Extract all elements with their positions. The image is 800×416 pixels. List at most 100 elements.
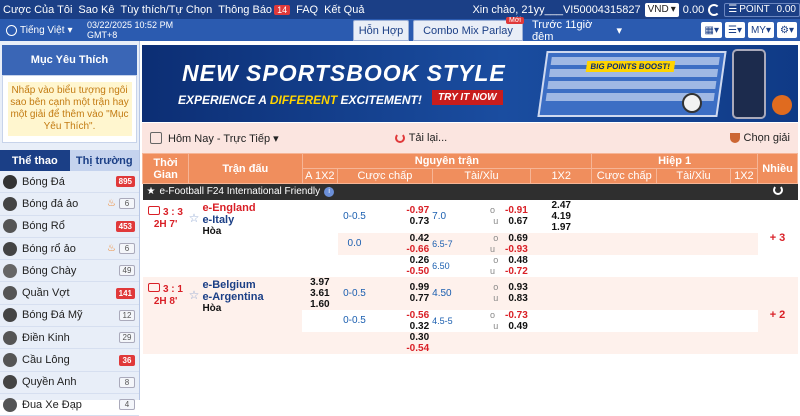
globe-icon xyxy=(6,24,17,36)
sidebar-item-quyen-anh[interactable]: Quyền Anh 8 xyxy=(0,372,139,394)
more-markets[interactable]: + 3 xyxy=(757,199,798,277)
odds-value[interactable]: 0.42 xyxy=(371,233,429,244)
odds-value[interactable]: 0.49 xyxy=(508,321,527,332)
banner-boost-label: BIG POINTS BOOST! xyxy=(585,61,675,72)
info-icon[interactable]: i xyxy=(324,186,335,197)
odds-type-select[interactable]: MY ▾ xyxy=(747,22,774,38)
odds-value[interactable]: 3.61 xyxy=(302,288,338,299)
refresh-icon[interactable] xyxy=(708,3,721,16)
away-team: e-Italy xyxy=(202,213,235,226)
sport-count: 8 xyxy=(119,376,135,388)
tab-hon-hop[interactable]: Hỗn Hợp xyxy=(353,20,409,41)
odds-value[interactable]: -0.54 xyxy=(371,343,429,354)
currency-value: VND xyxy=(647,4,669,15)
sidebar-item-bong-da[interactable]: Bóng Đá 895 xyxy=(0,171,139,194)
more-markets[interactable]: + 2 xyxy=(757,276,798,354)
a1x2-cell xyxy=(302,199,338,277)
odds-value[interactable]: 4.19 xyxy=(531,211,592,222)
banner-sub-highlight: DIFFERENT xyxy=(269,93,338,107)
home-team: e-England xyxy=(202,201,256,214)
odds-value[interactable]: -0.56 xyxy=(371,310,429,321)
sidebar-item-dua-xe-dap[interactable]: Đua Xe Đạp 4 xyxy=(0,394,139,416)
odds-value[interactable]: -0.50 xyxy=(371,266,429,277)
sidebar-item-bong-chay[interactable]: Bóng Chày 49 xyxy=(0,260,139,283)
nav-notices[interactable]: Thông Báo 14 xyxy=(215,4,293,16)
banner-sub-pre: EXPERIENCE A xyxy=(178,93,270,107)
odds-value[interactable]: 1.97 xyxy=(531,222,592,233)
handicap-line: 0.0 xyxy=(337,232,372,255)
chevron-down-icon: ▾ xyxy=(613,25,622,37)
table-header-row: Thời Gian Trận đấu Nguyên trận Hiệp 1 Nh… xyxy=(141,153,798,184)
select-league-button[interactable]: Chọn giải xyxy=(729,132,790,144)
sidebar-item-bong-da-ao[interactable]: Bóng đá ảo ♨ 6 xyxy=(0,193,139,216)
odds-value[interactable]: 0.83 xyxy=(508,293,527,304)
draw-label: Hòa xyxy=(202,225,222,237)
live-tv-icon[interactable] xyxy=(148,205,161,215)
sidebar-item-dien-kinh[interactable]: Điền Kinh 29 xyxy=(0,327,139,350)
match-score: 3 : 1 xyxy=(162,283,183,295)
favorites-hint: Nhấp vào biểu tượng ngôi sao bên cạnh mộ… xyxy=(7,82,132,136)
odds-value[interactable]: 1.60 xyxy=(302,299,338,310)
sidebar-tabs: Thể thao Thị trường xyxy=(0,150,139,171)
current-datetime: 03/22/2025 10:52 PM GMT+8 xyxy=(87,20,174,40)
date-filter-dropdown[interactable]: Hôm Nay - Trực Tiếp ▾ xyxy=(168,132,279,145)
settings-button[interactable]: ⚙ ▾ xyxy=(777,22,797,38)
tab-combo-mix-parlay[interactable]: Combo Mix Parlay Mới xyxy=(413,17,524,41)
favorite-star-icon[interactable]: ☆ xyxy=(189,211,200,237)
favorite-star-icon[interactable]: ☆ xyxy=(189,288,200,314)
odds-value[interactable]: 0.48 xyxy=(508,255,527,266)
nav-results[interactable]: Kết Quả xyxy=(321,4,367,16)
league-refresh[interactable] xyxy=(757,183,798,200)
odds-value[interactable]: -0.93 xyxy=(505,244,528,255)
sport-label: Bóng Rổ xyxy=(22,220,65,233)
top-navigation-bar: Cược Của Tôi Sao Kê Tùy thích/Tự Chọn Th… xyxy=(0,0,800,19)
tab-sports[interactable]: Thể thao xyxy=(0,150,70,171)
odds-value[interactable]: 0.32 xyxy=(371,321,429,332)
odds-value[interactable]: 0.67 xyxy=(508,216,527,227)
sidebar-item-bong-ro-ao[interactable]: Bóng rổ ảo ♨ 6 xyxy=(0,238,139,261)
odds-value[interactable]: 0.93 xyxy=(508,282,527,293)
odds-value[interactable]: 0.99 xyxy=(371,282,429,293)
try-it-now-button[interactable]: TRY IT NOW xyxy=(432,90,503,105)
odds-value[interactable]: 0.73 xyxy=(371,216,429,227)
banner-sub-post: EXCITEMENT! xyxy=(337,93,422,107)
sidebar-item-quan-vot[interactable]: Quần Vợt 141 xyxy=(0,282,139,305)
odds-value[interactable]: -0.66 xyxy=(371,244,429,255)
reload-button[interactable]: Tải lại... xyxy=(394,132,447,144)
odds-value[interactable]: 0.30 xyxy=(371,332,429,343)
odds-value[interactable]: -0.97 xyxy=(371,205,429,216)
sidebar-item-bong-da-my[interactable]: Bóng Đá Mỹ 12 xyxy=(0,305,139,328)
nav-statement[interactable]: Sao Kê xyxy=(75,4,117,16)
league-row[interactable]: ★ e-Football F24 International Friendly i xyxy=(142,183,798,200)
nav-faq[interactable]: FAQ xyxy=(293,4,321,16)
odds-value[interactable]: -0.73 xyxy=(505,310,528,321)
odds-value[interactable]: 0.77 xyxy=(371,293,429,304)
nav-my-bets[interactable]: Cược Của Tôi xyxy=(0,4,75,16)
promo-banner[interactable]: NEW SPORTSBOOK STYLE EXPERIENCE A DIFFER… xyxy=(142,45,798,122)
sidebar-item-cau-long[interactable]: Cầu Lông 36 xyxy=(0,349,139,372)
col-half-over-under: Tài/Xỉu xyxy=(656,168,731,184)
odds-value[interactable]: -0.91 xyxy=(505,205,528,216)
odds-value[interactable]: 0.26 xyxy=(371,255,429,266)
tab-before-11pm[interactable]: Trước 11giờ đêm ▾ xyxy=(532,19,622,43)
ou-line: 4.50 xyxy=(432,276,475,310)
odds-value[interactable]: 2.47 xyxy=(531,200,592,211)
layout-view-button[interactable]: ☰ ▾ xyxy=(724,22,745,38)
point-button[interactable]: ☰ POINT 0.00 xyxy=(724,2,800,17)
odds-value[interactable]: 3.97 xyxy=(302,277,338,288)
league-name: e-Football F24 International Friendly xyxy=(159,186,321,198)
sidebar-item-bong-ro[interactable]: Bóng Rổ 453 xyxy=(0,216,139,238)
odds-toolbar: Hôm Nay - Trực Tiếp ▾ Tải lại... Chọn gi… xyxy=(142,123,798,153)
odds-value[interactable]: -0.72 xyxy=(505,266,528,277)
language-select[interactable]: Tiếng Việt ▾ xyxy=(0,24,85,36)
handicap-odds: 0.99 0.77 xyxy=(371,276,433,310)
currency-select[interactable]: VND ▾ xyxy=(644,2,679,17)
star-icon[interactable]: ★ xyxy=(147,186,156,197)
nav-preferences[interactable]: Tùy thích/Tự Chọn xyxy=(118,4,216,16)
live-tv-icon[interactable] xyxy=(148,282,161,292)
odds-view-button[interactable]: ▦ ▾ xyxy=(701,22,722,38)
odds-value[interactable]: 0.69 xyxy=(508,233,527,244)
banner-title: NEW SPORTSBOOK STYLE xyxy=(182,60,506,86)
virtual-basketball-icon xyxy=(3,241,17,256)
tab-markets[interactable]: Thị trường xyxy=(69,150,139,171)
